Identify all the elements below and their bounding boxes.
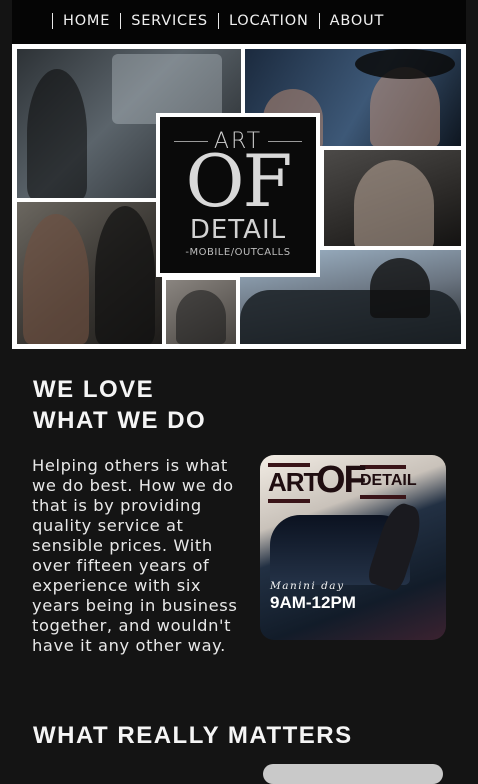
nav-about-link[interactable]: ABOUT [318, 13, 395, 29]
promo-flyer-image: ART OF DETAIL Manini day 9AM-12PM [260, 455, 446, 640]
collage-photo-portrait [324, 150, 461, 246]
promo-time-text: 9AM-12PM [270, 593, 356, 612]
about-paragraph: Helping others is what we do best. How w… [32, 456, 238, 655]
promo-art-text: ART [268, 467, 319, 497]
about-heading-line2: WHAT WE DO [33, 407, 207, 434]
top-nav-bar: HOME SERVICES LOCATION ABOUT [12, 0, 466, 44]
main-nav: HOME SERVICES LOCATION ABOUT [52, 13, 394, 29]
logo-subtitle: -MOBILE/OUTCALLS [185, 247, 291, 258]
about-heading-line1: WE LOVE [33, 376, 155, 403]
promo-of-text: OF [316, 459, 367, 501]
logo-detail-text: DETAIL [189, 215, 287, 245]
collage-photo-small [166, 280, 236, 344]
matters-heading: WHAT REALLY MATTERS [33, 722, 353, 749]
promo-detail-text: DETAIL [360, 472, 417, 489]
nav-location-link[interactable]: LOCATION [217, 13, 319, 29]
logo-of-text: OF [185, 139, 293, 223]
about-heading: WE LOVE WHAT WE DO [33, 374, 293, 436]
nav-services-link[interactable]: SERVICES [120, 13, 218, 29]
next-section-image-peek [263, 764, 443, 784]
promo-day-text: Manini day [270, 580, 345, 592]
nav-home-link[interactable]: HOME [52, 13, 120, 29]
art-of-detail-logo: ART OF DETAIL -MOBILE/OUTCALLS [156, 113, 320, 277]
collage-photo-duo [17, 202, 162, 344]
hero-collage: ART OF DETAIL -MOBILE/OUTCALLS [12, 44, 466, 349]
